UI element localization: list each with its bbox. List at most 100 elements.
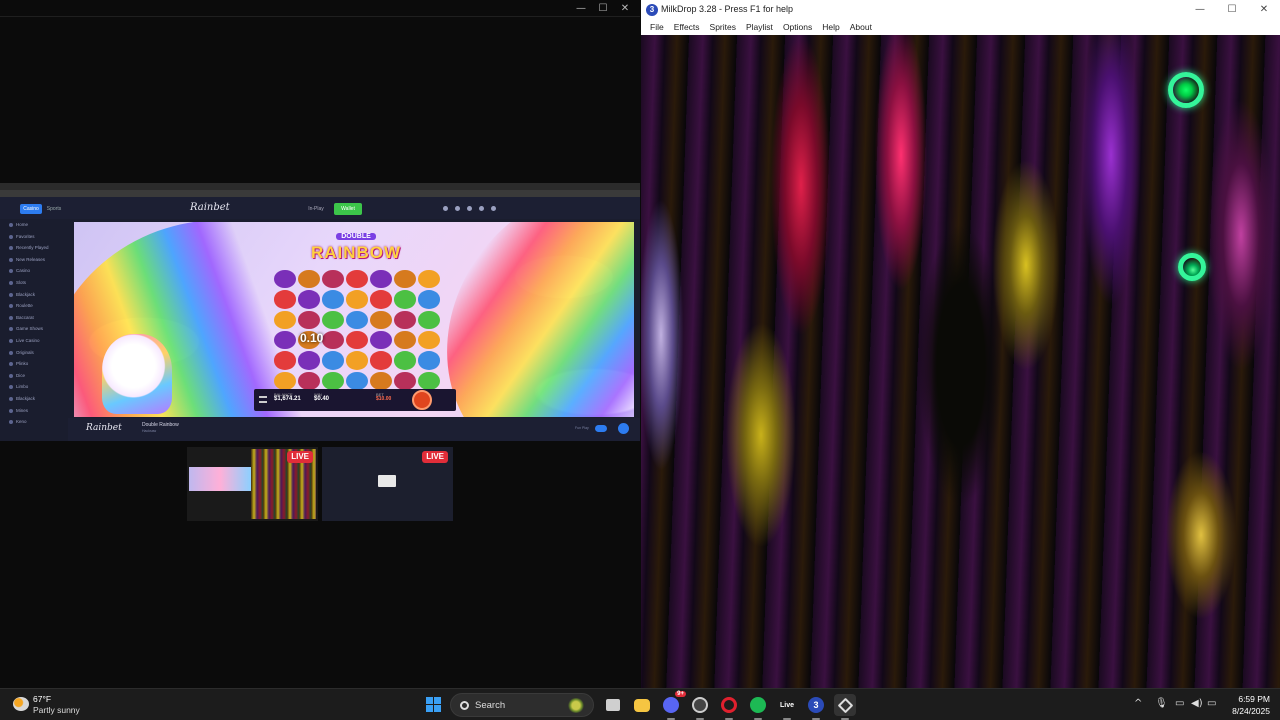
favorite-button[interactable] bbox=[618, 423, 629, 434]
search-icon[interactable] bbox=[443, 206, 448, 211]
window-title: MilkDrop 3.28 - Press F1 for help bbox=[661, 4, 794, 14]
menu-effects[interactable]: Effects bbox=[669, 20, 705, 35]
menu-options[interactable]: Options bbox=[778, 20, 817, 35]
live-app-label: Live bbox=[779, 701, 794, 709]
slot-symbol bbox=[274, 331, 296, 350]
profile-icon[interactable] bbox=[479, 206, 484, 211]
slot-symbol bbox=[322, 310, 344, 329]
left-titlebar: — ☐ ✕ bbox=[0, 0, 640, 17]
casino-tab[interactable]: Casino bbox=[20, 204, 42, 214]
search-label: Search bbox=[475, 700, 506, 711]
sidebar-item[interactable]: Live Casino bbox=[0, 335, 68, 347]
real-fun-toggle[interactable] bbox=[595, 425, 607, 432]
sidebar-item[interactable]: Mines bbox=[0, 405, 68, 417]
battery-icon[interactable]: ▭ bbox=[1207, 698, 1216, 709]
weather-description[interactable]: Partly sunny bbox=[33, 705, 80, 715]
menu-playlist[interactable]: Playlist bbox=[741, 20, 778, 35]
site-header: Casino Sports Rainbet In-Play Wallet bbox=[0, 197, 640, 219]
weather-icon[interactable] bbox=[13, 697, 29, 711]
sidebar-item[interactable]: Slots bbox=[0, 277, 68, 289]
spin-button[interactable] bbox=[412, 390, 432, 410]
sidebar-item[interactable]: Casino bbox=[0, 265, 68, 277]
close-button[interactable]: ✕ bbox=[1248, 0, 1280, 20]
sidebar-item[interactable]: New Releases bbox=[0, 254, 68, 266]
discord-icon bbox=[663, 697, 679, 713]
unity-button[interactable] bbox=[834, 694, 856, 720]
slot-symbol bbox=[298, 290, 320, 309]
multiplier-label: 0.10 bbox=[300, 331, 324, 345]
slot-symbol bbox=[418, 351, 440, 370]
close-button[interactable]: ✕ bbox=[614, 1, 636, 16]
balance-value: $1,674.21 bbox=[274, 396, 301, 402]
volume-icon[interactable]: ◀) bbox=[1191, 698, 1203, 709]
slot-symbol bbox=[274, 310, 296, 329]
sports-tab[interactable]: Sports bbox=[44, 204, 64, 214]
milkdrop-titlebar[interactable]: 3 MilkDrop 3.28 - Press F1 for help — ☐ … bbox=[641, 0, 1280, 20]
menu-help[interactable]: Help bbox=[817, 20, 844, 35]
file-explorer-button[interactable] bbox=[631, 694, 653, 716]
menu-sprites[interactable]: Sprites bbox=[705, 20, 741, 35]
site-logo[interactable]: Rainbet bbox=[190, 202, 230, 213]
slot-symbol bbox=[274, 351, 296, 370]
browser-preview[interactable]: Casino Sports Rainbet In-Play Wallet Hom… bbox=[0, 183, 640, 441]
slot-symbol bbox=[418, 331, 440, 350]
unicorn-mascot bbox=[102, 334, 172, 414]
visualizer-ring bbox=[1168, 72, 1204, 108]
sidebar-item[interactable]: Plinko bbox=[0, 358, 68, 370]
milkdrop-app-icon: 3 bbox=[646, 4, 658, 16]
discord-button[interactable]: 9+ bbox=[660, 691, 686, 720]
wallet-button[interactable]: Wallet bbox=[334, 203, 362, 215]
minimize-button[interactable]: — bbox=[570, 1, 592, 16]
win-display: WIN $0.40 bbox=[314, 392, 329, 402]
opera-button[interactable] bbox=[718, 694, 740, 720]
visualizer-canvas[interactable] bbox=[641, 35, 1280, 688]
chat-icon[interactable] bbox=[491, 206, 496, 211]
slot-symbol bbox=[346, 331, 368, 350]
start-button[interactable] bbox=[426, 697, 441, 712]
sidebar-item[interactable]: Limbo bbox=[0, 381, 68, 393]
game-control-bar: BALANCE $1,674.21 WIN $0.40 BET $10.00 bbox=[254, 389, 456, 411]
network-icon[interactable]: ▭ bbox=[1175, 698, 1184, 709]
menu-icon[interactable] bbox=[259, 396, 267, 403]
sidebar-item[interactable]: Blackjack bbox=[0, 393, 68, 405]
chevron-up-icon[interactable]: ^ bbox=[1134, 698, 1142, 709]
preview-thumbnail[interactable]: LIVE bbox=[187, 447, 318, 521]
slot-reels bbox=[274, 270, 440, 390]
microphone-icon[interactable]: 🎙 bbox=[1155, 698, 1168, 709]
rewards-icon[interactable] bbox=[455, 206, 460, 211]
sidebar-item[interactable]: Favorites bbox=[0, 231, 68, 243]
game-title-main: RAINBOW bbox=[310, 243, 402, 262]
inplay-button[interactable]: In-Play bbox=[305, 204, 327, 214]
taskbar-search[interactable]: Search bbox=[450, 693, 594, 717]
sidebar-item[interactable]: Baccarat bbox=[0, 312, 68, 324]
sidebar-item[interactable]: Keno bbox=[0, 416, 68, 428]
slot-symbol bbox=[346, 371, 368, 390]
milkdrop-button[interactable]: 3 bbox=[805, 694, 827, 720]
system-clock[interactable]: 6:59 PM 8/24/2025 bbox=[1220, 693, 1270, 717]
sidebar-item[interactable]: Originals bbox=[0, 347, 68, 359]
obs-button[interactable] bbox=[689, 694, 711, 720]
sidebar-item[interactable]: Blackjack bbox=[0, 289, 68, 301]
menu-about[interactable]: About bbox=[845, 20, 877, 35]
menu-file[interactable]: File bbox=[645, 20, 669, 35]
sidebar-item[interactable]: Game Shows bbox=[0, 323, 68, 335]
sidebar-item[interactable]: Home bbox=[0, 219, 68, 231]
game-provider: Hacksaw bbox=[142, 429, 157, 433]
weather-temperature[interactable]: 67°F bbox=[33, 694, 51, 704]
task-view-button[interactable] bbox=[602, 694, 624, 716]
maximize-button[interactable]: ☐ bbox=[1216, 0, 1248, 20]
sidebar-item[interactable]: Recently Played bbox=[0, 242, 68, 254]
preview-thumbnail[interactable]: LIVE bbox=[322, 447, 453, 521]
sidebar-item[interactable]: Roulette bbox=[0, 300, 68, 312]
notification-icon[interactable] bbox=[467, 206, 472, 211]
sidebar-item[interactable]: Dice bbox=[0, 370, 68, 382]
minimize-button[interactable]: — bbox=[1184, 0, 1216, 20]
slot-game[interactable]: DOUBLE RAINBOW 0.10 BALANCE $1,674.21 WI… bbox=[74, 222, 634, 417]
bet-display[interactable]: BET $10.00 bbox=[376, 392, 391, 402]
browser-address-bar[interactable] bbox=[0, 190, 640, 197]
live-app-button[interactable]: Live bbox=[776, 694, 798, 720]
spotify-button[interactable] bbox=[747, 694, 769, 720]
discord-badge: 9+ bbox=[675, 691, 686, 697]
browser-tab-strip[interactable] bbox=[0, 183, 640, 190]
maximize-button[interactable]: ☐ bbox=[592, 1, 614, 16]
